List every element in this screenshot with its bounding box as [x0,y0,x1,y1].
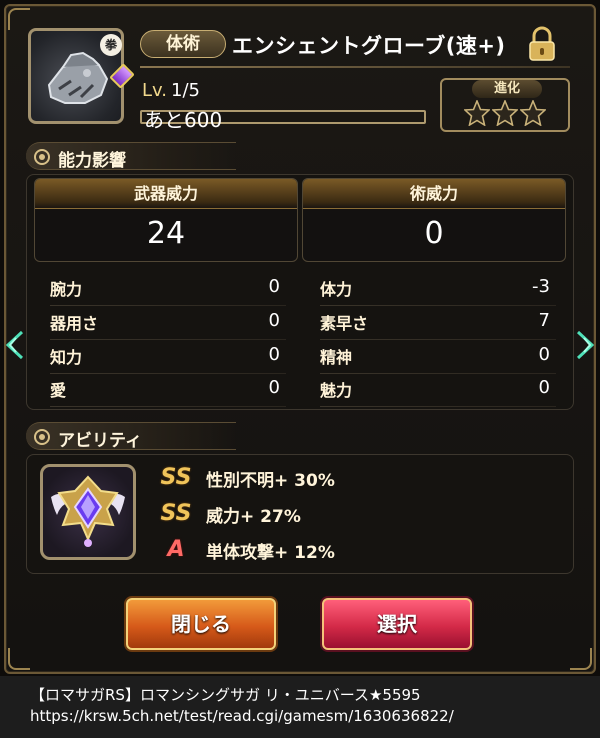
winged-crystal-icon [51,475,125,547]
level-value: 1/5 [171,80,200,101]
stat-row-love: 愛 0 [50,377,286,407]
lock-icon[interactable] [526,26,558,62]
stat-label: 魅力 [320,381,353,400]
rank-badge-ss: SS [160,501,192,526]
weapon-power-label: 武器威力 [35,179,297,209]
stat-label: 知力 [50,348,83,367]
skill-power-label: 術威力 [303,179,565,209]
ability-section-header: アビリティ [26,422,236,451]
ability-row: A 単体攻撃+ 12% [160,536,490,564]
stat-row-charm: 魅力 0 [320,377,556,407]
weapon-power-box: 武器威力 24 [34,178,298,262]
stat-row-intelligence: 知力 0 [50,344,286,374]
stat-value: 0 [538,344,550,365]
level-label: Lv. [142,80,168,101]
stat-row-spirit: 精神 0 [320,344,556,374]
weapon-power-value: 24 [146,216,186,251]
skill-power-box: 術威力 0 [302,178,566,262]
footer-url[interactable]: https://krsw.5ch.net/test/read.cgi/games… [30,707,454,725]
stat-value: 0 [268,310,280,331]
stat-value: 0 [538,377,550,398]
stat-row-vitality: 体力 -3 [320,276,556,306]
stat-value: 0 [268,377,280,398]
footer-caption: 【ロマサガRS】ロマンシングサガ リ・ユニバース★5595 https://kr… [0,676,600,738]
frame-corner [570,648,592,670]
gear-icon [34,429,50,445]
footer-title: 【ロマサガRS】ロマンシングサガ リ・ユニバース★5595 [30,686,421,704]
rank-badge-a: A [167,537,185,562]
stat-label: 素早さ [320,314,369,333]
stat-value: 0 [268,344,280,365]
stat-label: 精神 [320,348,353,367]
stat-label: 体力 [320,280,353,299]
level-display: Lv. 1/5 [142,80,200,101]
star-icon [464,100,490,126]
gear-icon [34,149,50,165]
section-title: 能力影響 [58,151,126,171]
ability-emblem-icon [40,464,136,560]
stat-label: 器用さ [50,314,99,333]
ability-row: SS 性別不明+ 30% [160,464,490,492]
frame-corner [8,648,30,670]
next-arrow-icon[interactable] [574,330,596,360]
stat-row-dexterity: 器用さ 0 [50,310,286,340]
close-button[interactable]: 閉じる [126,598,276,650]
item-name: エンシェントグローブ(速+) [232,34,506,58]
ability-text: 威力+ 27% [206,507,301,527]
stat-row-agility: 素早さ 7 [320,310,556,340]
category-badge: 体術 [140,30,226,58]
divider [140,66,570,68]
gauntlet-icon [47,51,109,104]
ability-row: SS 威力+ 27% [160,500,490,528]
evolution-label: 進化 [472,80,542,98]
star-icon [520,100,546,126]
weapon-type-icon: 拳 [100,34,122,56]
stat-label: 愛 [50,381,67,400]
section-title: アビリティ [58,431,142,451]
stat-value: 7 [538,310,550,331]
exp-remaining: あと600 [144,108,223,132]
frame-corner [8,8,30,30]
stat-label: 腕力 [50,280,83,299]
ability-text: 性別不明+ 30% [206,471,335,491]
ability-text: 単体攻撃+ 12% [206,543,335,563]
rank-badge-ss: SS [160,465,192,490]
stat-value: 0 [268,276,280,297]
stat-value: -3 [532,276,550,297]
stat-row-strength: 腕力 0 [50,276,286,306]
select-button[interactable]: 選択 [322,598,472,650]
skill-power-value: 0 [424,216,444,251]
star-icon [492,100,518,126]
stats-section-header: 能力影響 [26,142,236,171]
prev-arrow-icon[interactable] [4,330,26,360]
